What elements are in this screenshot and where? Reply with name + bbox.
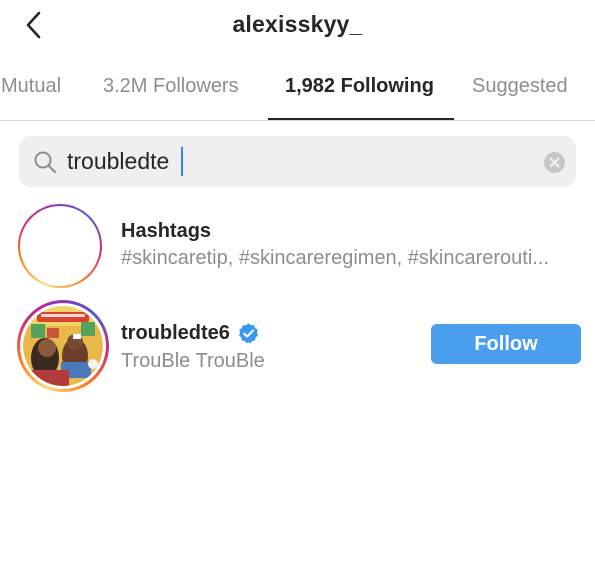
avatar[interactable]: [17, 300, 109, 392]
tab-bar: Mutual 3.2M Followers 1,982 Following Su…: [0, 64, 595, 121]
tab-mutual[interactable]: Mutual: [1, 75, 61, 98]
username: troubledte6: [121, 322, 230, 344]
page-title: alexisskyy_: [232, 11, 363, 37]
clear-circle-icon[interactable]: [544, 152, 565, 173]
tab-followers[interactable]: 3.2M Followers: [103, 75, 239, 98]
header: alexisskyy_: [0, 0, 595, 50]
tab-suggested[interactable]: Suggested: [472, 75, 568, 98]
active-tab-indicator: [268, 118, 454, 120]
display-name: TrouBle TrouBle: [121, 350, 265, 372]
search-input[interactable]: [67, 144, 527, 178]
hashtags-title: Hashtags: [121, 220, 212, 242]
search-bar[interactable]: [19, 136, 576, 187]
list-item-hashtags[interactable]: Hashtags #skincaretip, #skincareregimen,…: [0, 200, 595, 290]
verified-badge-icon: [239, 323, 258, 344]
tab-following[interactable]: 1,982 Following: [285, 75, 434, 98]
follow-button[interactable]: Follow: [431, 324, 581, 364]
hashtag-avatar: [18, 204, 102, 288]
following-search-screen: alexisskyy_ Mutual 3.2M Followers 1,982 …: [0, 0, 595, 576]
cartoon-avatar-image: [23, 306, 103, 386]
text-cursor: [181, 147, 183, 176]
hashtag-icon: [38, 220, 83, 272]
search-icon: [34, 151, 57, 174]
hashtags-subtitle: #skincaretip, #skincareregimen, #skincar…: [121, 247, 549, 269]
